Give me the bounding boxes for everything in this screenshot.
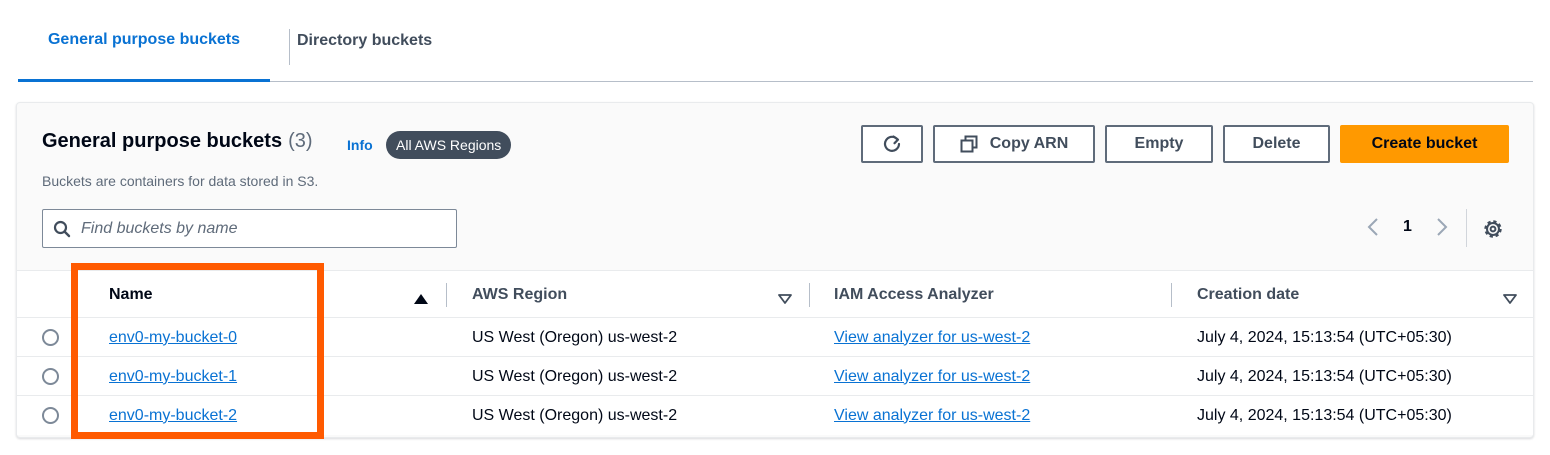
previous-page-icon[interactable] xyxy=(1366,217,1380,242)
bucket-region: US West (Oregon) us-west-2 xyxy=(472,328,678,346)
table-row[interactable]: env0-my-bucket-2 US West (Oregon) us-wes… xyxy=(17,396,1533,435)
analyzer-link[interactable]: View analyzer for us-west-2 xyxy=(834,407,1030,425)
info-link[interactable]: Info xyxy=(347,137,373,153)
refresh-icon xyxy=(882,134,902,154)
column-divider xyxy=(809,283,810,307)
refresh-button[interactable] xyxy=(861,125,923,163)
creation-date: July 4, 2024, 15:13:54 (UTC+05:30) xyxy=(1197,328,1452,346)
buckets-panel: General purpose buckets (3) Info All AWS … xyxy=(16,102,1534,438)
creation-date: July 4, 2024, 15:13:54 (UTC+05:30) xyxy=(1197,406,1452,424)
panel-title-text: General purpose buckets xyxy=(42,130,283,152)
next-page-icon[interactable] xyxy=(1435,217,1449,242)
bucket-name-link[interactable]: env0-my-bucket-2 xyxy=(109,407,237,425)
tab-general-purpose-buckets[interactable]: General purpose buckets xyxy=(18,0,270,82)
column-header-region[interactable]: AWS Region xyxy=(472,271,567,319)
column-header-creation-date[interactable]: Creation date xyxy=(1197,271,1299,319)
table-header: Name AWS Region IAM Access Analyzer Crea… xyxy=(17,270,1533,319)
gear-icon[interactable] xyxy=(1482,218,1504,245)
bucket-name-link[interactable]: env0-my-bucket-0 xyxy=(109,329,237,347)
analyzer-link[interactable]: View analyzer for us-west-2 xyxy=(834,329,1030,347)
tab-divider xyxy=(289,29,290,65)
tab-directory-buckets[interactable]: Directory buckets xyxy=(297,0,432,82)
row-select-radio[interactable] xyxy=(42,368,59,385)
create-bucket-button[interactable]: Create bucket xyxy=(1340,125,1509,163)
copy-arn-button[interactable]: Copy ARN xyxy=(933,125,1095,163)
copy-icon xyxy=(960,135,978,153)
row-select-radio[interactable] xyxy=(42,329,59,346)
column-divider xyxy=(446,283,447,307)
bucket-count: (3) xyxy=(288,130,313,152)
current-page-number[interactable]: 1 xyxy=(1403,218,1412,236)
column-header-analyzer: IAM Access Analyzer xyxy=(834,286,994,303)
search-icon xyxy=(53,220,71,238)
pagination-divider xyxy=(1466,209,1467,247)
bucket-region: US West (Oregon) us-west-2 xyxy=(472,406,678,424)
sort-descending-icon[interactable] xyxy=(778,291,792,309)
creation-date: July 4, 2024, 15:13:54 (UTC+05:30) xyxy=(1197,367,1452,385)
search-input[interactable]: Find buckets by name xyxy=(42,209,457,248)
table-row[interactable]: env0-my-bucket-1 US West (Oregon) us-wes… xyxy=(17,357,1533,396)
search-placeholder: Find buckets by name xyxy=(81,219,238,237)
copy-arn-label: Copy ARN xyxy=(989,135,1069,152)
analyzer-link[interactable]: View analyzer for us-west-2 xyxy=(834,368,1030,386)
sort-ascending-icon[interactable] xyxy=(414,291,428,309)
row-select-radio[interactable] xyxy=(42,407,59,424)
column-divider xyxy=(1171,283,1172,307)
table-row[interactable]: env0-my-bucket-0 US West (Oregon) us-wes… xyxy=(17,318,1533,357)
column-header-name[interactable]: Name xyxy=(109,271,153,319)
delete-button[interactable]: Delete xyxy=(1223,125,1330,163)
panel-description: Buckets are containers for data stored i… xyxy=(42,173,319,189)
empty-button[interactable]: Empty xyxy=(1105,125,1213,163)
buckets-table: Name AWS Region IAM Access Analyzer Crea… xyxy=(17,270,1533,435)
region-badge: All AWS Regions xyxy=(386,131,512,159)
sort-descending-icon[interactable] xyxy=(1503,291,1517,309)
panel-title: General purpose buckets (3) xyxy=(42,130,313,153)
tab-list: General purpose buckets Directory bucket… xyxy=(18,0,1533,82)
bucket-name-link[interactable]: env0-my-bucket-1 xyxy=(109,368,237,386)
bucket-region: US West (Oregon) us-west-2 xyxy=(472,367,678,385)
